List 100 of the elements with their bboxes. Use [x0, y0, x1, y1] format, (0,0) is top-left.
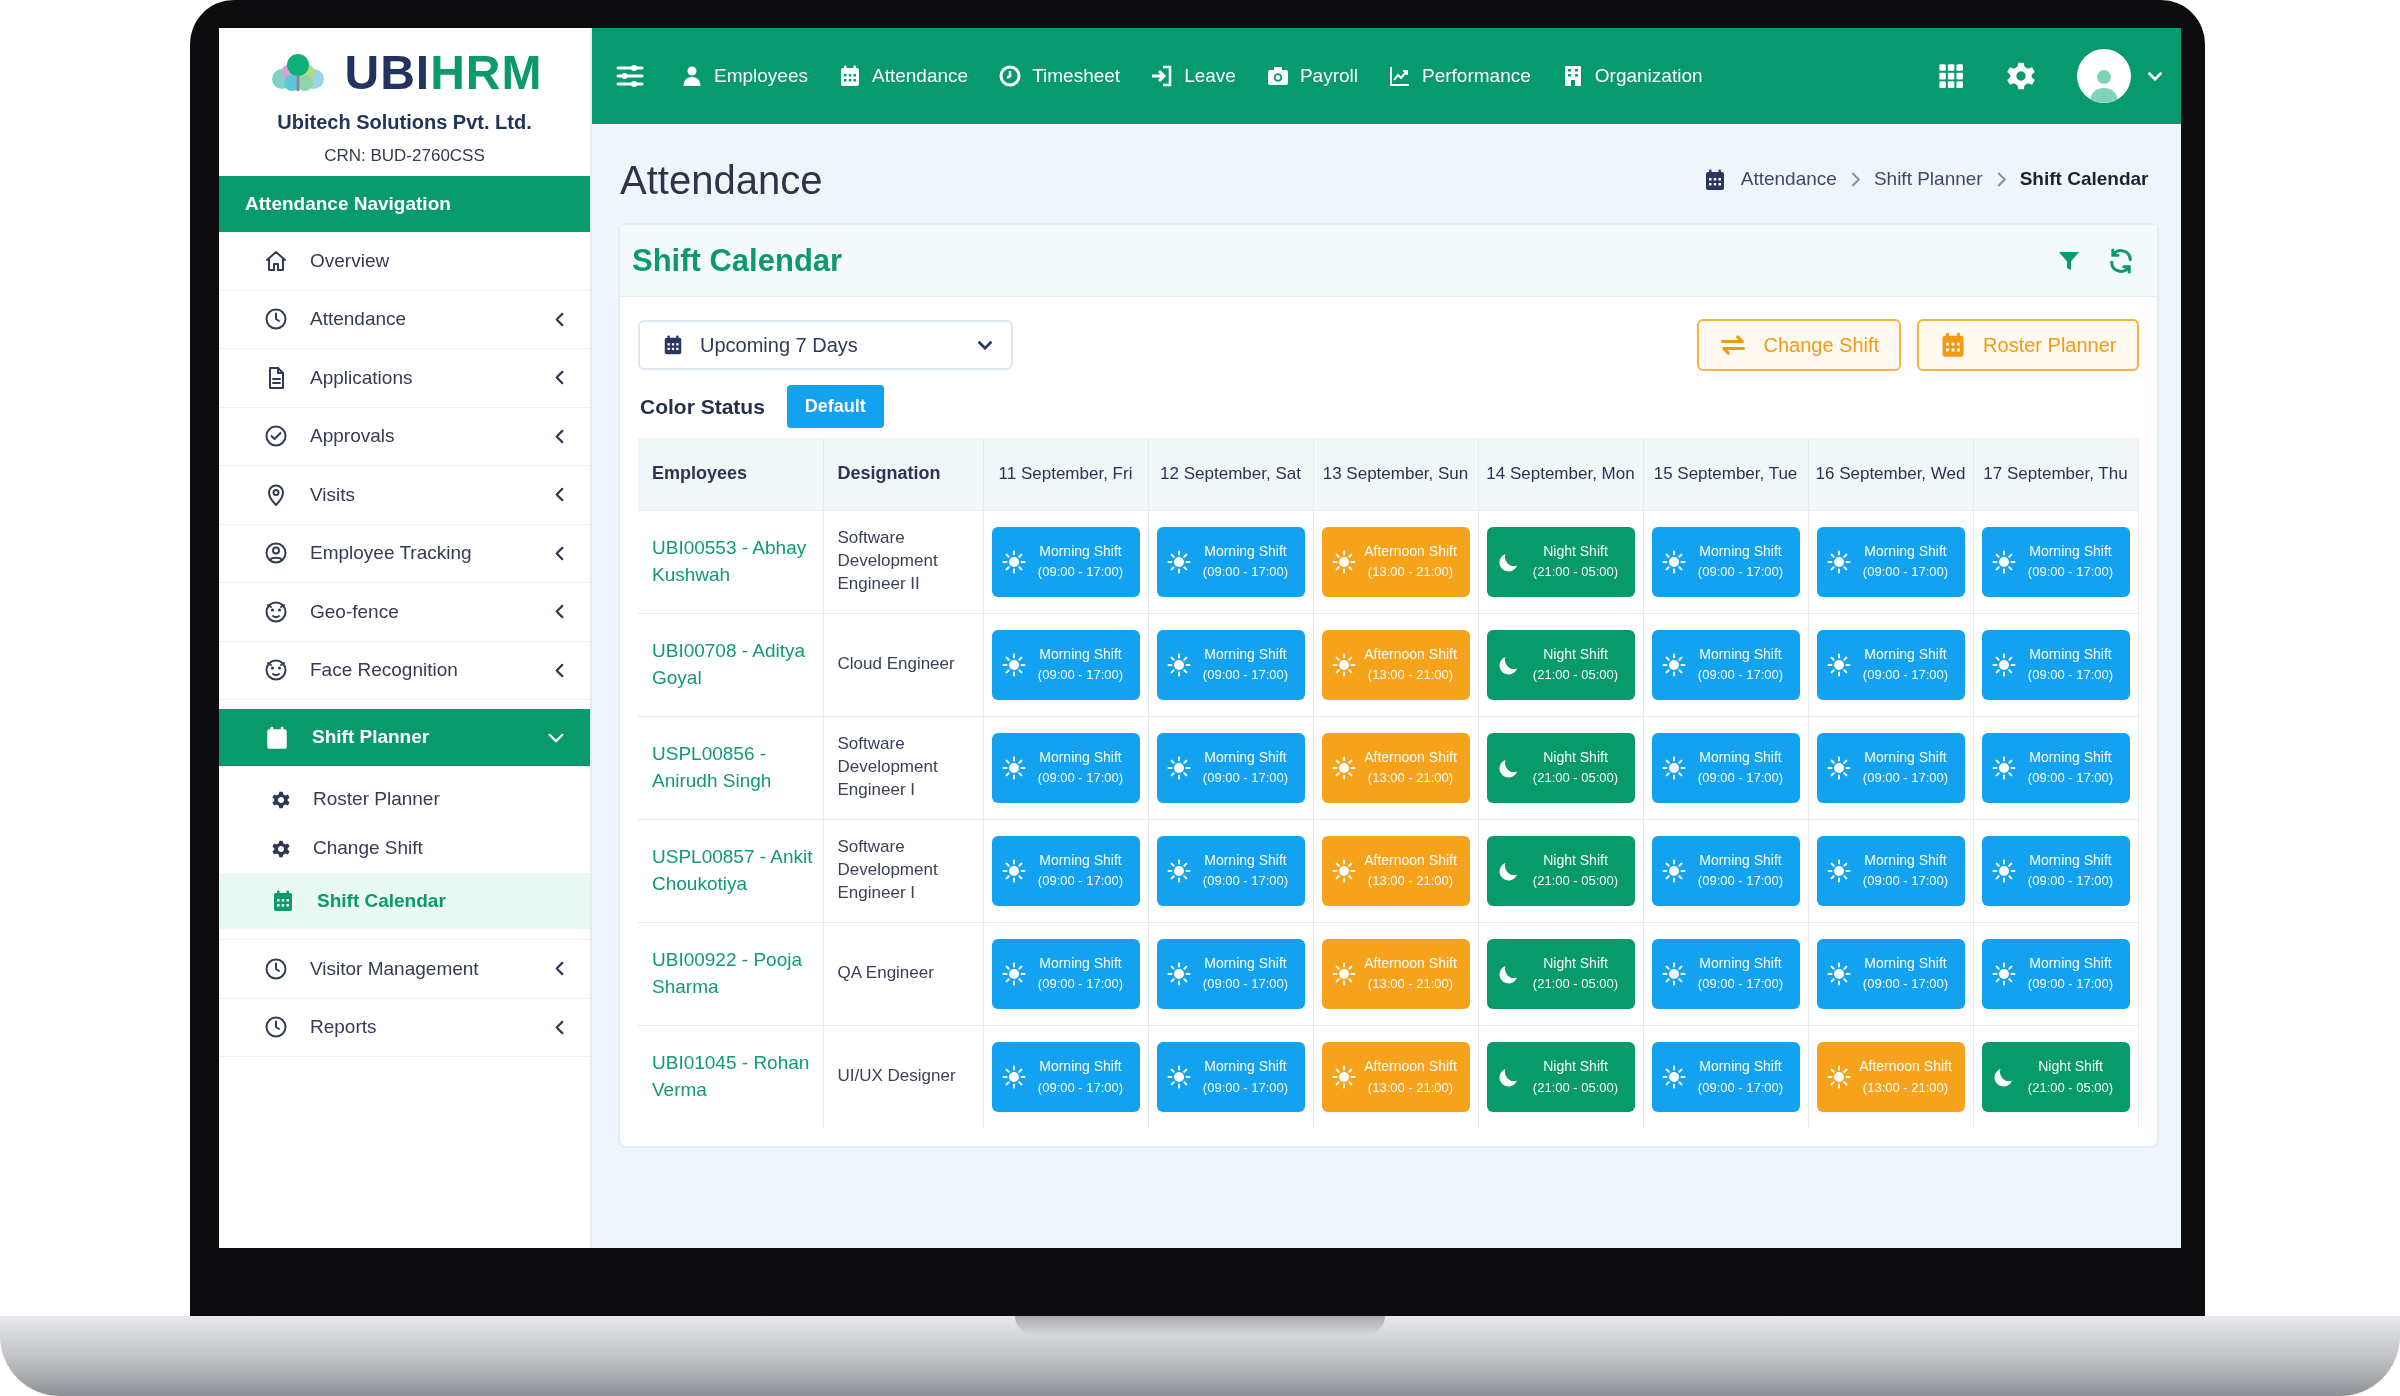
chevron-left-icon: [555, 545, 564, 561]
shift-name: Morning Shift: [1039, 541, 1122, 561]
status-badge: Default: [786, 385, 884, 428]
shift-tile[interactable]: Morning Shift (09:00 - 17:00): [991, 629, 1140, 700]
apps-grid-icon[interactable]: [1936, 62, 1965, 90]
employee-link[interactable]: UBI01045 - Rohan Verma: [638, 1025, 823, 1128]
shift-tile[interactable]: Afternoon Shift (13:00 - 21:00): [1321, 1041, 1470, 1112]
shift-tile[interactable]: Morning Shift (09:00 - 17:00): [1651, 835, 1800, 906]
date-range-dropdown[interactable]: Upcoming 7 Days: [638, 320, 1013, 370]
shift-tile[interactable]: Night Shift (21:00 - 05:00): [1486, 732, 1635, 803]
shift-tile[interactable]: Morning Shift (09:00 - 17:00): [1816, 835, 1965, 906]
chevron-down-icon[interactable]: [2146, 71, 2163, 81]
shift-tile[interactable]: Morning Shift (09:00 - 17:00): [1816, 526, 1965, 597]
sidebar-item[interactable]: Face Recognition: [219, 641, 590, 700]
shift-name: Morning Shift: [1039, 953, 1122, 973]
nav-link[interactable]: Leave: [1150, 61, 1236, 91]
shift-tile[interactable]: Night Shift (21:00 - 05:00): [1486, 1041, 1635, 1112]
shift-tile[interactable]: Morning Shift (09:00 - 17:00): [1651, 526, 1800, 597]
shift-time: (09:00 - 17:00): [1697, 563, 1784, 582]
sidebar-item[interactable]: Reports: [219, 998, 590, 1057]
avatar[interactable]: [2076, 49, 2131, 103]
breadcrumb-item[interactable]: Shift Planner: [1873, 165, 1983, 194]
shift-tile[interactable]: Afternoon Shift (13:00 - 21:00): [1816, 1041, 1965, 1112]
shift-tile[interactable]: Night Shift (21:00 - 05:00): [1486, 835, 1635, 906]
shift-tile[interactable]: Morning Shift (09:00 - 17:00): [1156, 1041, 1305, 1112]
sidebar-item[interactable]: Applications: [219, 349, 590, 408]
sidebar-subitem[interactable]: Roster Planner: [219, 775, 590, 824]
shift-tile[interactable]: Morning Shift (09:00 - 17:00): [1651, 938, 1800, 1009]
sun-icon: [1991, 858, 2016, 883]
shift-name: Morning Shift: [1039, 644, 1122, 664]
shift-tile[interactable]: Morning Shift (09:00 - 17:00): [1816, 629, 1965, 700]
sun-icon: [1661, 755, 1686, 780]
shift-tile[interactable]: Morning Shift (09:00 - 17:00): [1651, 629, 1800, 700]
nav-link[interactable]: Performance: [1388, 61, 1531, 91]
shift-tile[interactable]: Night Shift (21:00 - 05:00): [1486, 629, 1635, 700]
shift-tile[interactable]: Morning Shift (09:00 - 17:00): [1981, 732, 2130, 803]
employee-link[interactable]: USPL00856 - Anirudh Singh: [638, 716, 823, 819]
sidebar-item[interactable]: Visitor Management: [219, 940, 590, 999]
shift-tile[interactable]: Night Shift (21:00 - 05:00): [1981, 1041, 2130, 1112]
shift-tile[interactable]: Morning Shift (09:00 - 17:00): [1981, 835, 2130, 906]
nav-link[interactable]: Payroll: [1265, 61, 1358, 91]
shift-tile[interactable]: Morning Shift (09:00 - 17:00): [1156, 835, 1305, 906]
sidebar-header: Attendance Navigation: [219, 176, 590, 232]
sidebar-item[interactable]: Employee Tracking: [219, 524, 590, 583]
action-button[interactable]: Change Shift: [1697, 319, 1902, 371]
shift-tile[interactable]: Night Shift (21:00 - 05:00): [1486, 938, 1635, 1009]
sidebar-item[interactable]: Geo-fence: [219, 583, 590, 642]
shift-tile[interactable]: Morning Shift (09:00 - 17:00): [991, 526, 1140, 597]
shift-name: Morning Shift: [1204, 747, 1287, 767]
sidebar-item[interactable]: Overview: [219, 232, 590, 291]
shift-tile[interactable]: Night Shift (21:00 - 05:00): [1486, 526, 1635, 597]
sun-icon: [1331, 755, 1356, 780]
sidebar-item[interactable]: Visits: [219, 466, 590, 525]
sidebar-item[interactable]: Attendance: [219, 290, 590, 349]
nav-link[interactable]: Attendance: [838, 61, 969, 91]
user-circle-icon: [264, 541, 288, 566]
shift-tile[interactable]: Morning Shift (09:00 - 17:00): [1981, 938, 2130, 1009]
shift-tile[interactable]: Afternoon Shift (13:00 - 21:00): [1321, 526, 1470, 597]
shift-tile[interactable]: Morning Shift (09:00 - 17:00): [1816, 732, 1965, 803]
sidebar-item[interactable]: Approvals: [219, 407, 590, 466]
shift-time: (09:00 - 17:00): [2027, 769, 2114, 788]
shift-tile[interactable]: Morning Shift (09:00 - 17:00): [1651, 1041, 1800, 1112]
shift-tile[interactable]: Morning Shift (09:00 - 17:00): [1156, 938, 1305, 1009]
breadcrumb-item[interactable]: Attendance: [1740, 165, 1837, 194]
shift-tile[interactable]: Morning Shift (09:00 - 17:00): [991, 835, 1140, 906]
sidebar-item[interactable]: Shift Planner: [219, 709, 590, 767]
shift-tile[interactable]: Morning Shift (09:00 - 17:00): [1981, 629, 2130, 700]
shift-tile[interactable]: Morning Shift (09:00 - 17:00): [1816, 938, 1965, 1009]
shift-tile[interactable]: Morning Shift (09:00 - 17:00): [1981, 526, 2130, 597]
shift-tile[interactable]: Morning Shift (09:00 - 17:00): [991, 1041, 1140, 1112]
sidebar-subitem[interactable]: Shift Calendar: [219, 873, 590, 929]
shift-time: (09:00 - 17:00): [2027, 975, 2114, 994]
nav-link[interactable]: Organization: [1560, 61, 1703, 91]
sun-icon: [1001, 858, 1026, 883]
employee-link[interactable]: USPL00857 - Ankit Choukotiya: [638, 819, 823, 922]
shift-tile[interactable]: Afternoon Shift (13:00 - 21:00): [1321, 732, 1470, 803]
gear-icon: [271, 838, 291, 859]
chevron-left-icon: [555, 487, 564, 503]
shift-tile[interactable]: Morning Shift (09:00 - 17:00): [1156, 732, 1305, 803]
shift-tile[interactable]: Afternoon Shift (13:00 - 21:00): [1321, 835, 1470, 906]
shift-name: Morning Shift: [2029, 747, 2112, 767]
shift-time: (09:00 - 17:00): [2027, 666, 2114, 685]
employee-link[interactable]: UBI00922 - Pooja Sharma: [638, 922, 823, 1025]
shift-tile[interactable]: Morning Shift (09:00 - 17:00): [1651, 732, 1800, 803]
action-button[interactable]: Roster Planner: [1917, 319, 2139, 371]
shift-tile[interactable]: Afternoon Shift (13:00 - 21:00): [1321, 938, 1470, 1009]
nav-link[interactable]: Timesheet: [998, 61, 1121, 91]
sun-icon: [1166, 549, 1191, 574]
employee-link[interactable]: UBI00708 - Aditya Goyal: [638, 613, 823, 716]
shift-tile[interactable]: Afternoon Shift (13:00 - 21:00): [1321, 629, 1470, 700]
sidebar-subitem[interactable]: Change Shift: [219, 824, 590, 873]
shift-tile[interactable]: Morning Shift (09:00 - 17:00): [1156, 629, 1305, 700]
shift-tile[interactable]: Morning Shift (09:00 - 17:00): [991, 732, 1140, 803]
shift-tile[interactable]: Morning Shift (09:00 - 17:00): [1156, 526, 1305, 597]
nav-link[interactable]: Employees: [680, 61, 808, 91]
shift-name: Night Shift: [1543, 953, 1608, 973]
card-title: Shift Calendar: [632, 241, 843, 280]
employee-link[interactable]: UBI00553 - Abhay Kushwah: [638, 510, 823, 613]
column-header: 14 September, Mon: [1478, 438, 1643, 510]
shift-tile[interactable]: Morning Shift (09:00 - 17:00): [991, 938, 1140, 1009]
